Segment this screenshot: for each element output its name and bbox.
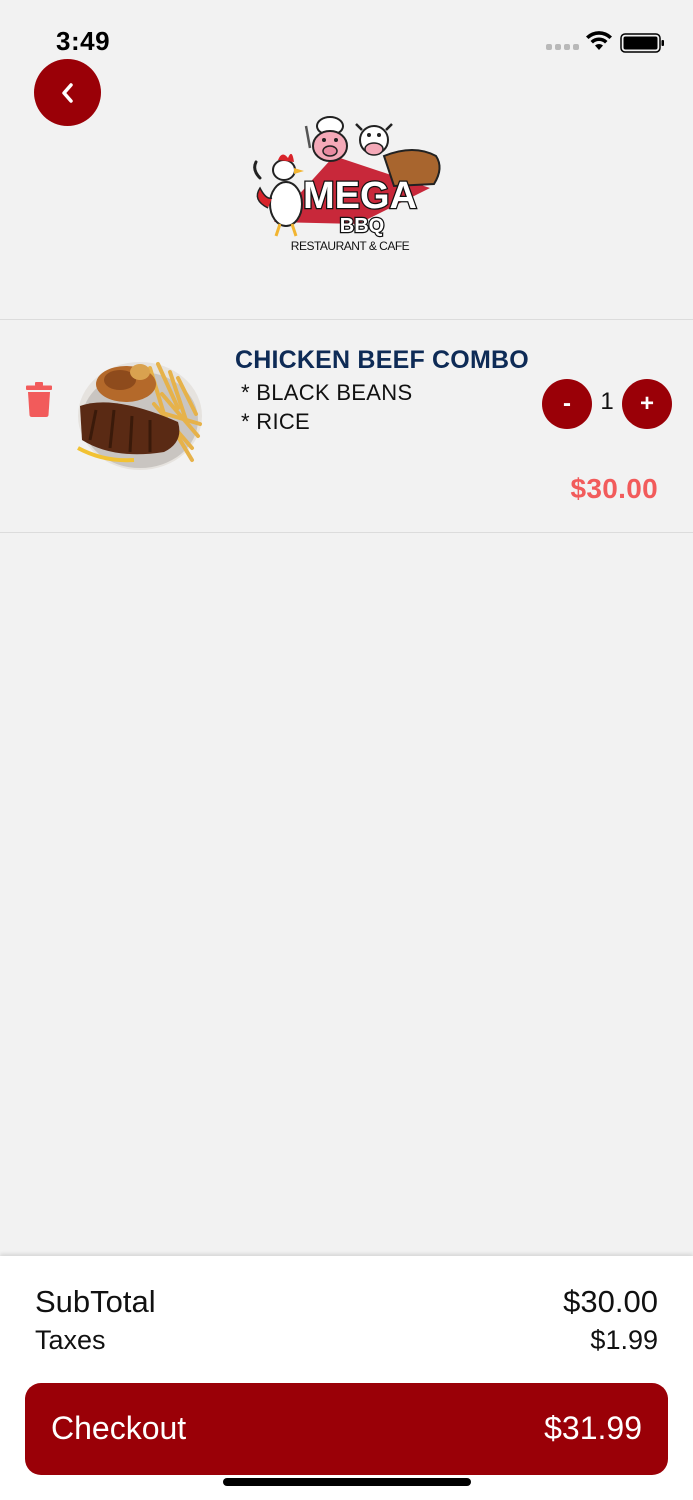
logo-subtitle: BBQ [340, 215, 384, 237]
divider [0, 319, 693, 320]
increase-quantity-button[interactable]: + [622, 379, 672, 429]
order-summary: SubTotal $30.00 Taxes $1.99 Checkout $31… [0, 1256, 693, 1500]
item-option: * RICE [241, 409, 311, 434]
home-indicator [223, 1478, 471, 1486]
divider [0, 532, 693, 533]
subtotal-value: $30.00 [563, 1284, 658, 1319]
logo-title: MEGA [303, 175, 417, 217]
status-time: 3:49 [56, 26, 111, 56]
item-name: CHICKEN BEEF COMBO [235, 346, 529, 374]
status-bar: 3:49 [0, 0, 693, 60]
item-price: $30.00 [570, 473, 658, 504]
trash-icon[interactable] [26, 382, 52, 417]
signal-icon [546, 44, 579, 50]
taxes-label: Taxes [35, 1325, 106, 1355]
wifi-icon [586, 31, 612, 50]
chevron-left-icon [61, 82, 73, 103]
checkout-label: Checkout [51, 1410, 187, 1446]
checkout-button[interactable]: Checkout $31.99 [25, 1383, 668, 1475]
quantity-value: 1 [600, 388, 614, 415]
checkout-total: $31.99 [544, 1410, 642, 1446]
logo-tagline: RESTAURANT & CAFE [291, 239, 410, 253]
taxes-value: $1.99 [590, 1325, 658, 1355]
item-option: * BLACK BEANS [241, 380, 413, 405]
subtotal-label: SubTotal [35, 1284, 156, 1319]
decrease-quantity-button[interactable]: - [542, 379, 592, 429]
back-button[interactable] [34, 59, 101, 126]
item-image [77, 362, 202, 470]
battery-icon [620, 33, 664, 53]
restaurant-logo: MEGA BBQ RESTAURANT & CAFE [253, 116, 441, 253]
